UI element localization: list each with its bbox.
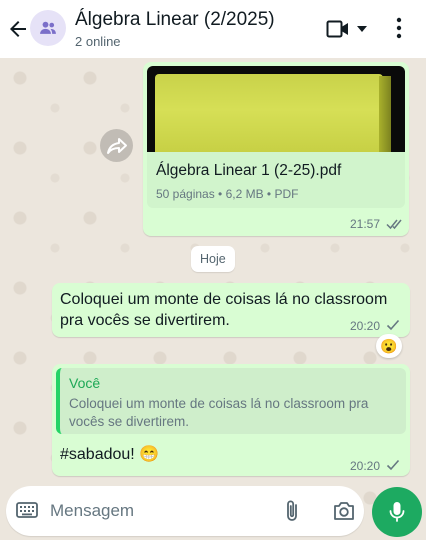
microphone-icon	[389, 502, 405, 522]
message-time: 21:57	[350, 217, 381, 231]
message-time: 20:20	[350, 319, 381, 333]
read-ticks-icon	[386, 217, 404, 235]
voice-message-button[interactable]	[372, 487, 422, 537]
more-options-icon[interactable]	[396, 16, 402, 45]
group-avatar[interactable]	[30, 10, 66, 46]
camera-icon[interactable]	[332, 500, 356, 527]
document-thumbnail[interactable]	[147, 66, 405, 152]
quote-text: Coloquei um monte de coisas lá no classr…	[69, 396, 369, 429]
message-composer[interactable]: Mensagem	[6, 486, 364, 536]
book-spine	[379, 76, 391, 152]
reply-message[interactable]: Você Coloquei um monte de coisas lá no c…	[52, 364, 410, 476]
chat-title[interactable]: Álgebra Linear (2/2025)	[75, 9, 275, 31]
chat-header: Álgebra Linear (2/2025) 2 online	[0, 0, 426, 58]
forward-button[interactable]	[100, 129, 133, 162]
video-call-icon[interactable]	[326, 18, 350, 45]
forward-icon	[106, 137, 127, 154]
online-status: 2 online	[75, 34, 121, 49]
group-icon	[40, 21, 56, 34]
book-cover-image	[155, 74, 383, 152]
document-meta: 50 páginas • 6,2 MB • PDF	[156, 187, 299, 201]
outgoing-message[interactable]: Coloquei um monte de coisas lá no classr…	[52, 283, 410, 337]
chevron-down-icon[interactable]	[356, 22, 368, 40]
keyboard-icon[interactable]	[16, 501, 38, 524]
message-reaction[interactable]: 😮	[376, 334, 402, 358]
attach-icon[interactable]	[282, 499, 302, 528]
back-arrow-icon[interactable]	[6, 17, 30, 41]
date-separator: Hoje	[191, 246, 235, 272]
message-input[interactable]: Mensagem	[50, 501, 134, 521]
message-text: #sabadou! 😁	[60, 446, 160, 463]
sent-tick-icon	[386, 458, 400, 476]
document-file-name[interactable]: Álgebra Linear 1 (2-25).pdf	[156, 162, 341, 180]
quoted-message[interactable]: Você Coloquei um monte de coisas lá no c…	[56, 368, 406, 434]
message-time: 20:20	[350, 459, 381, 473]
quote-author: Você	[69, 375, 101, 391]
document-message[interactable]: Álgebra Linear 1 (2-25).pdf 50 páginas •…	[143, 62, 409, 236]
